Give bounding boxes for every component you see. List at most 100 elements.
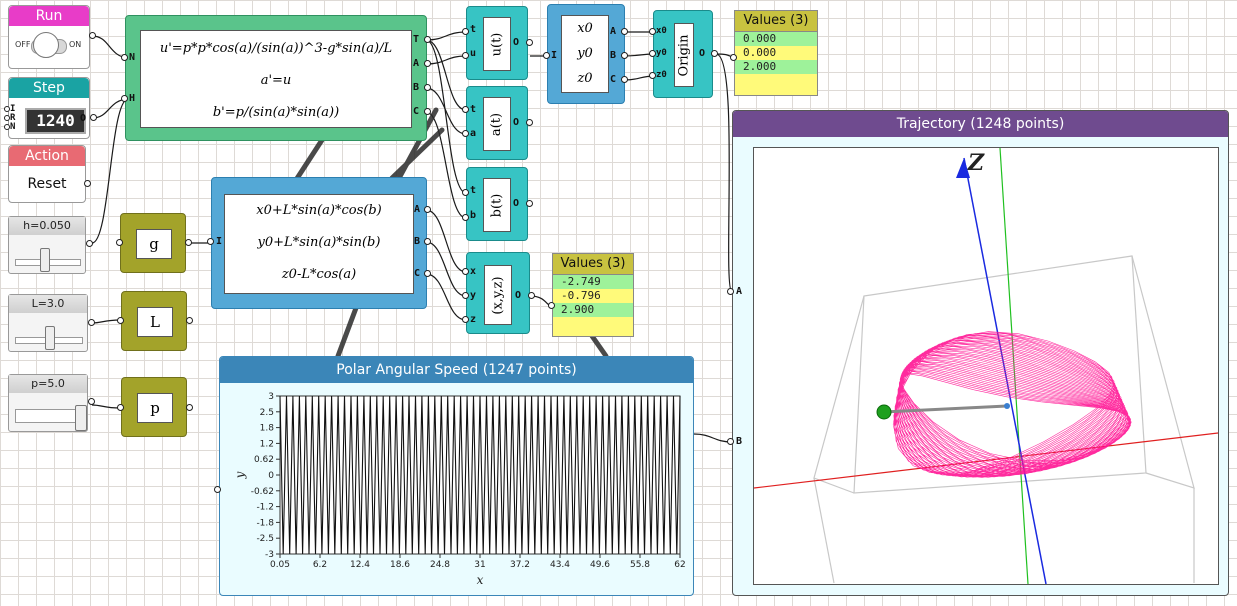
origin-point-input-port-y0[interactable]	[649, 50, 656, 57]
constant-p-output-port[interactable]	[186, 404, 193, 411]
plot-xyz-input-port-y[interactable]	[462, 292, 469, 299]
ode-input-h-label: H	[129, 93, 136, 104]
ode-output-t-label: T	[413, 34, 420, 45]
origin-values-input-port[interactable]	[543, 52, 550, 59]
plot-b-input-b-label: b	[470, 210, 477, 221]
x-tick-label: 31	[474, 560, 485, 570]
origin-point-output-port[interactable]	[711, 50, 718, 57]
plot-b-input-port-t[interactable]	[462, 189, 469, 196]
origin-point-output-label: O	[699, 48, 706, 59]
constant-p-input-port[interactable]	[117, 404, 124, 411]
y-tick-label: -2.5	[256, 534, 274, 544]
ode-equation-u: u'=p*p*cos(a)/(sin(a))^3-g*sin(a)/L	[159, 41, 393, 56]
x-tick-label: 18.6	[390, 560, 410, 570]
trajectory-input-port-b[interactable]	[727, 438, 734, 445]
plot-b-output-port[interactable]	[526, 200, 533, 207]
slider-L-caption: L=3.0	[9, 295, 87, 313]
origin-values-output-port-b[interactable]	[621, 52, 628, 59]
pivot-icon	[1004, 403, 1010, 409]
run-output-port[interactable]	[89, 32, 96, 39]
ode-output-port-t[interactable]	[424, 36, 431, 43]
trajectory-input-port-a[interactable]	[727, 288, 734, 295]
ode-input-port-h[interactable]	[121, 95, 128, 102]
reset-button[interactable]: Reset	[9, 166, 85, 202]
step-input-port-i[interactable]	[4, 106, 10, 112]
ode-output-port-b[interactable]	[424, 84, 431, 91]
y-tick-label: -1.2	[256, 503, 274, 513]
trajectory-window-title: Trajectory (1248 points)	[733, 111, 1228, 137]
constant-g-output-port[interactable]	[185, 239, 192, 246]
slider-L[interactable]: L=3.0	[8, 294, 88, 352]
plot-a-output-port[interactable]	[526, 119, 533, 126]
ode-output-port-a[interactable]	[424, 60, 431, 67]
slider-h-output-port[interactable]	[86, 240, 93, 247]
origin-values-box: x0 y0 z0	[561, 15, 609, 93]
ode-output-c-label: C	[413, 106, 420, 117]
constant-g-node: g	[120, 213, 186, 273]
slider-L-output-port[interactable]	[88, 319, 95, 326]
polar-input-port[interactable]	[214, 486, 221, 493]
x-tick-label: 37.2	[510, 560, 530, 570]
position-output-port-c[interactable]	[424, 270, 431, 277]
values-top-panel: Values (3) 0.000 0.000 2.000	[734, 10, 818, 96]
plot-a-input-t-label: t	[470, 104, 477, 115]
origin-point-input-z0-label: z0	[656, 70, 667, 80]
plot-xyz-output-port[interactable]	[528, 292, 535, 299]
plot-xyz-input-port-z[interactable]	[462, 316, 469, 323]
slider-p-thumb[interactable]	[75, 405, 87, 431]
constant-L-output-port[interactable]	[186, 317, 193, 324]
polar-window-title: Polar Angular Speed (1247 points)	[220, 357, 693, 383]
plot-b-label: b(t)	[483, 178, 511, 232]
y-tick-label: -0.62	[251, 487, 274, 497]
x-tick-label: 43.4	[550, 560, 570, 570]
step-input-port-n[interactable]	[4, 124, 10, 130]
values-mid-input-port[interactable]	[548, 302, 555, 309]
plot-b-input-port-b[interactable]	[462, 214, 469, 221]
plot-a-input-port-a[interactable]	[462, 130, 469, 137]
position-output-port-b[interactable]	[424, 238, 431, 245]
origin-point-label: Origin	[674, 23, 694, 87]
pendulum-bob-icon	[876, 404, 892, 420]
ode-input-port-n[interactable]	[121, 54, 128, 61]
run-toggle-on-label: ON	[69, 40, 82, 49]
position-output-b-label: B	[414, 236, 421, 247]
origin-values-output-port-a[interactable]	[621, 28, 628, 35]
slider-p-output-port[interactable]	[88, 398, 95, 405]
origin-point-input-port-x0[interactable]	[649, 28, 656, 35]
plot-u-label: u(t)	[483, 17, 511, 71]
constant-L-label: L	[137, 307, 173, 337]
values-mid-row-0: -2.749	[553, 275, 633, 289]
step-output-port[interactable]	[90, 114, 97, 121]
slider-p[interactable]: p=5.0	[8, 374, 88, 432]
plot-u-input-port-u[interactable]	[462, 52, 469, 59]
slider-h-thumb[interactable]	[40, 248, 50, 272]
slider-p-caption: p=5.0	[9, 375, 87, 393]
plot-u-output-port[interactable]	[526, 39, 533, 46]
origin-point-input-port-z0[interactable]	[649, 72, 656, 79]
plot-a-input-port-t[interactable]	[462, 106, 469, 113]
plot-xyz-input-port-x[interactable]	[462, 268, 469, 275]
trajectory-viewport[interactable]: Z	[753, 147, 1219, 585]
origin-values-output-port-c[interactable]	[621, 76, 628, 83]
position-equation-x: x0+L*sin(a)*cos(b)	[256, 203, 382, 218]
slider-L-thumb[interactable]	[45, 326, 55, 350]
ode-output-port-c[interactable]	[424, 108, 431, 115]
trajectory-3d-view: Z	[754, 148, 1218, 584]
run-toggle[interactable]: OFF ON	[9, 26, 89, 66]
origin-values-output-a-label: A	[610, 26, 617, 37]
slider-h[interactable]: h=0.050	[8, 216, 86, 274]
action-output-port[interactable]	[84, 180, 91, 187]
step-input-port-r[interactable]	[4, 115, 10, 121]
constant-L-input-port[interactable]	[117, 317, 124, 324]
ode-equations: u'=p*p*cos(a)/(sin(a))^3-g*sin(a)/L a'=u…	[140, 30, 412, 128]
y-tick-label: -3	[265, 550, 274, 560]
values-top-row-0: 0.000	[735, 32, 817, 46]
position-input-port[interactable]	[207, 238, 214, 245]
plot-u-input-port-t[interactable]	[462, 28, 469, 35]
origin-values-x0: x0	[577, 21, 593, 36]
values-top-input-port[interactable]	[730, 54, 737, 61]
position-output-port-a[interactable]	[424, 206, 431, 213]
ode-equation-a: a'=u	[260, 73, 292, 88]
position-equations: x0+L*sin(a)*cos(b) y0+L*sin(a)*sin(b) z0…	[224, 194, 414, 294]
constant-g-input-port[interactable]	[116, 239, 123, 246]
